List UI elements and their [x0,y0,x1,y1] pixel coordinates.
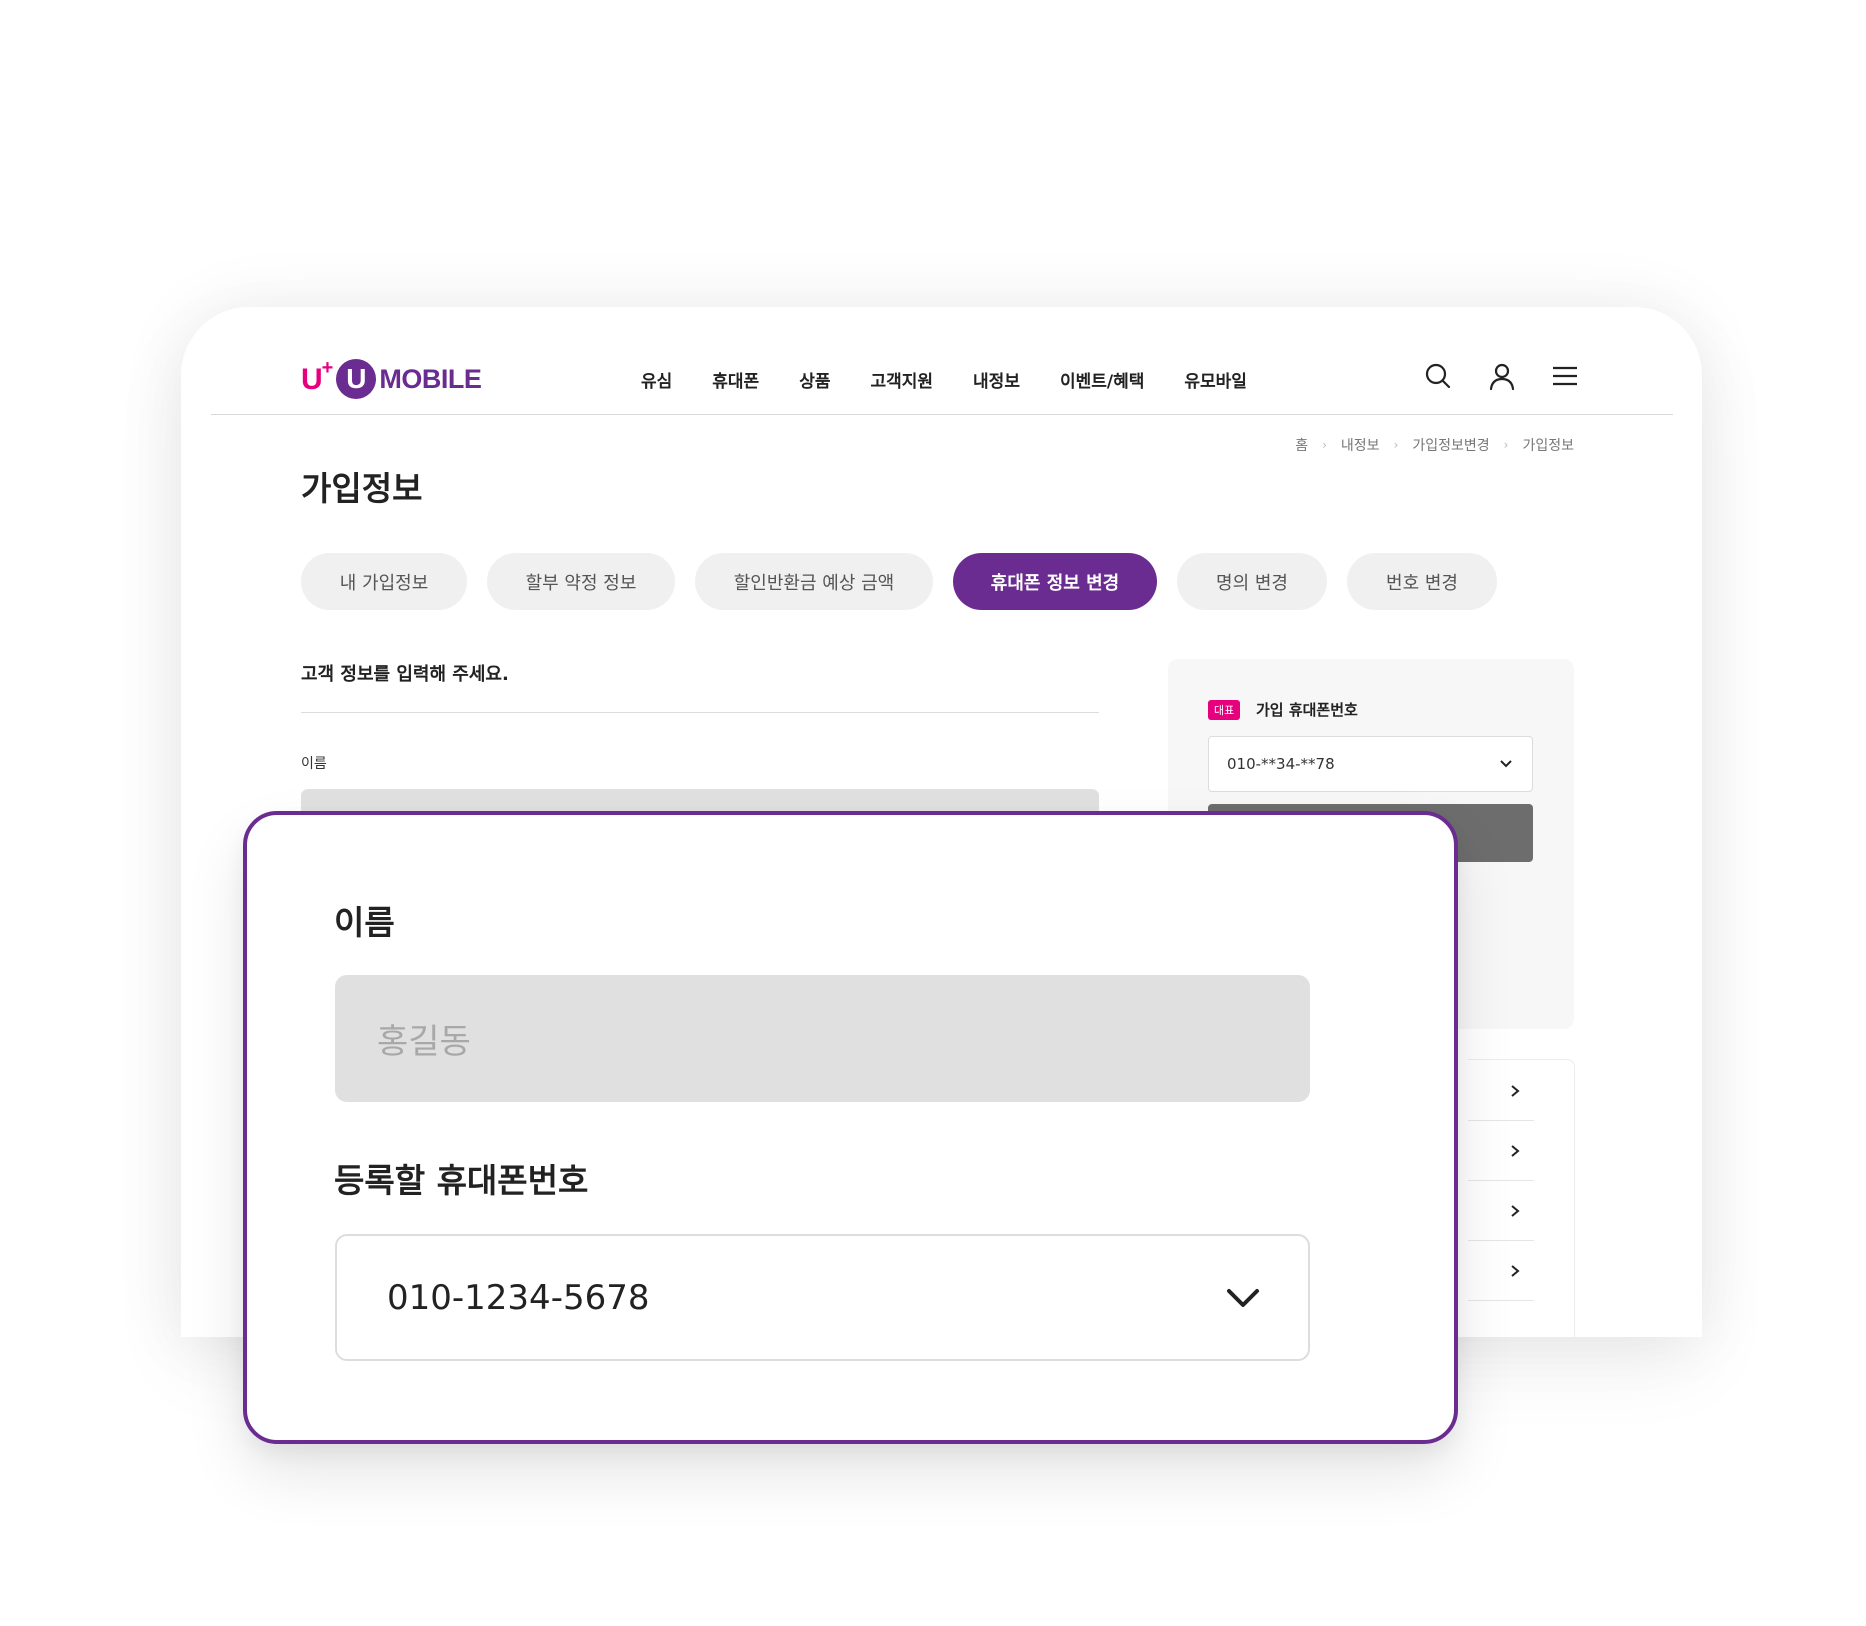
tab-refund-estimate[interactable]: 할인반환금 예상 금액 [695,553,933,610]
side-phone-label: 가입 휴대폰번호 [1256,701,1358,719]
zoom-form-card: 이름 홍길동 등록할 휴대폰번호 010-1234-5678 [243,811,1458,1444]
nav-item-phone[interactable]: 휴대폰 [712,367,759,392]
breadcrumb: 홈 › 내정보 › 가입정보변경 › 가입정보 [1295,435,1574,455]
tab-my-subscription[interactable]: 내 가입정보 [301,553,467,610]
menu-icon[interactable] [1550,361,1580,391]
zoom-phone-label: 등록할 휴대폰번호 [334,1161,589,1200]
tab-number-change[interactable]: 번호 변경 [1347,553,1497,610]
breadcrumb-myinfo[interactable]: 내정보 [1341,435,1380,455]
chevron-right-icon [1511,1085,1520,1097]
chevron-down-icon [1500,760,1512,768]
nav-item-myinfo[interactable]: 내정보 [973,367,1020,392]
nav-item-product[interactable]: 상품 [799,367,830,392]
tab-installment[interactable]: 할부 약정 정보 [487,553,675,610]
side-link-list [1468,1059,1575,1337]
page-title: 가입정보 [301,469,423,508]
tab-name-change[interactable]: 명의 변경 [1177,553,1327,610]
tab-phone-change[interactable]: 휴대폰 정보 변경 [953,553,1157,610]
chevron-right-icon [1511,1265,1520,1277]
breadcrumb-separator-icon: › [1393,438,1399,452]
zoom-name-placeholder: 홍길동 [377,1022,471,1062]
nav-item-support[interactable]: 고객지원 [870,367,933,392]
zoom-name-input[interactable]: 홍길동 [335,975,1310,1102]
logo-uplus: U+ [301,357,333,396]
form-heading: 고객 정보를 입력해 주세요. [301,664,509,685]
side-phone-select[interactable]: 010-**34-**78 [1208,736,1533,792]
name-label: 이름 [301,756,327,772]
chevron-down-icon [1227,1288,1259,1307]
tab-bar: 내 가입정보 할부 약정 정보 할인반환금 예상 금액 휴대폰 정보 변경 명의… [301,553,1517,610]
form-divider [301,712,1099,713]
breadcrumb-change[interactable]: 가입정보변경 [1412,435,1489,455]
list-item[interactable] [1468,1120,1534,1181]
nav-item-usim[interactable]: 유심 [641,367,672,392]
chevron-right-icon [1511,1145,1520,1157]
logo-u-circle: U [336,359,377,399]
search-icon[interactable] [1423,361,1453,391]
nav-item-event[interactable]: 이벤트/혜택 [1060,367,1144,392]
breadcrumb-home[interactable]: 홈 [1295,435,1308,455]
list-item[interactable] [1468,1060,1534,1121]
header-divider [211,414,1673,415]
side-phone-value: 010-**34-**78 [1227,755,1335,773]
chevron-right-icon [1511,1205,1520,1217]
breadcrumb-current: 가입정보 [1522,438,1574,454]
nav-item-umobile[interactable]: 유모바일 [1184,367,1247,392]
logo-mobile-text: MOBILE [379,363,482,394]
global-nav: 유심 휴대폰 상품 고객지원 내정보 이벤트/혜택 유모바일 [641,367,1287,392]
list-item[interactable] [1468,1240,1534,1301]
primary-badge: 대표 [1208,700,1241,720]
user-icon[interactable] [1487,361,1517,391]
zoom-phone-select[interactable]: 010-1234-5678 [335,1234,1310,1361]
list-item[interactable] [1468,1180,1534,1241]
zoom-name-label: 이름 [334,903,395,942]
zoom-phone-value: 010-1234-5678 [387,1277,650,1318]
breadcrumb-separator-icon: › [1322,438,1327,452]
umobile-logo[interactable]: U+ U MOBILE [301,357,482,401]
breadcrumb-separator-icon: › [1503,438,1509,452]
